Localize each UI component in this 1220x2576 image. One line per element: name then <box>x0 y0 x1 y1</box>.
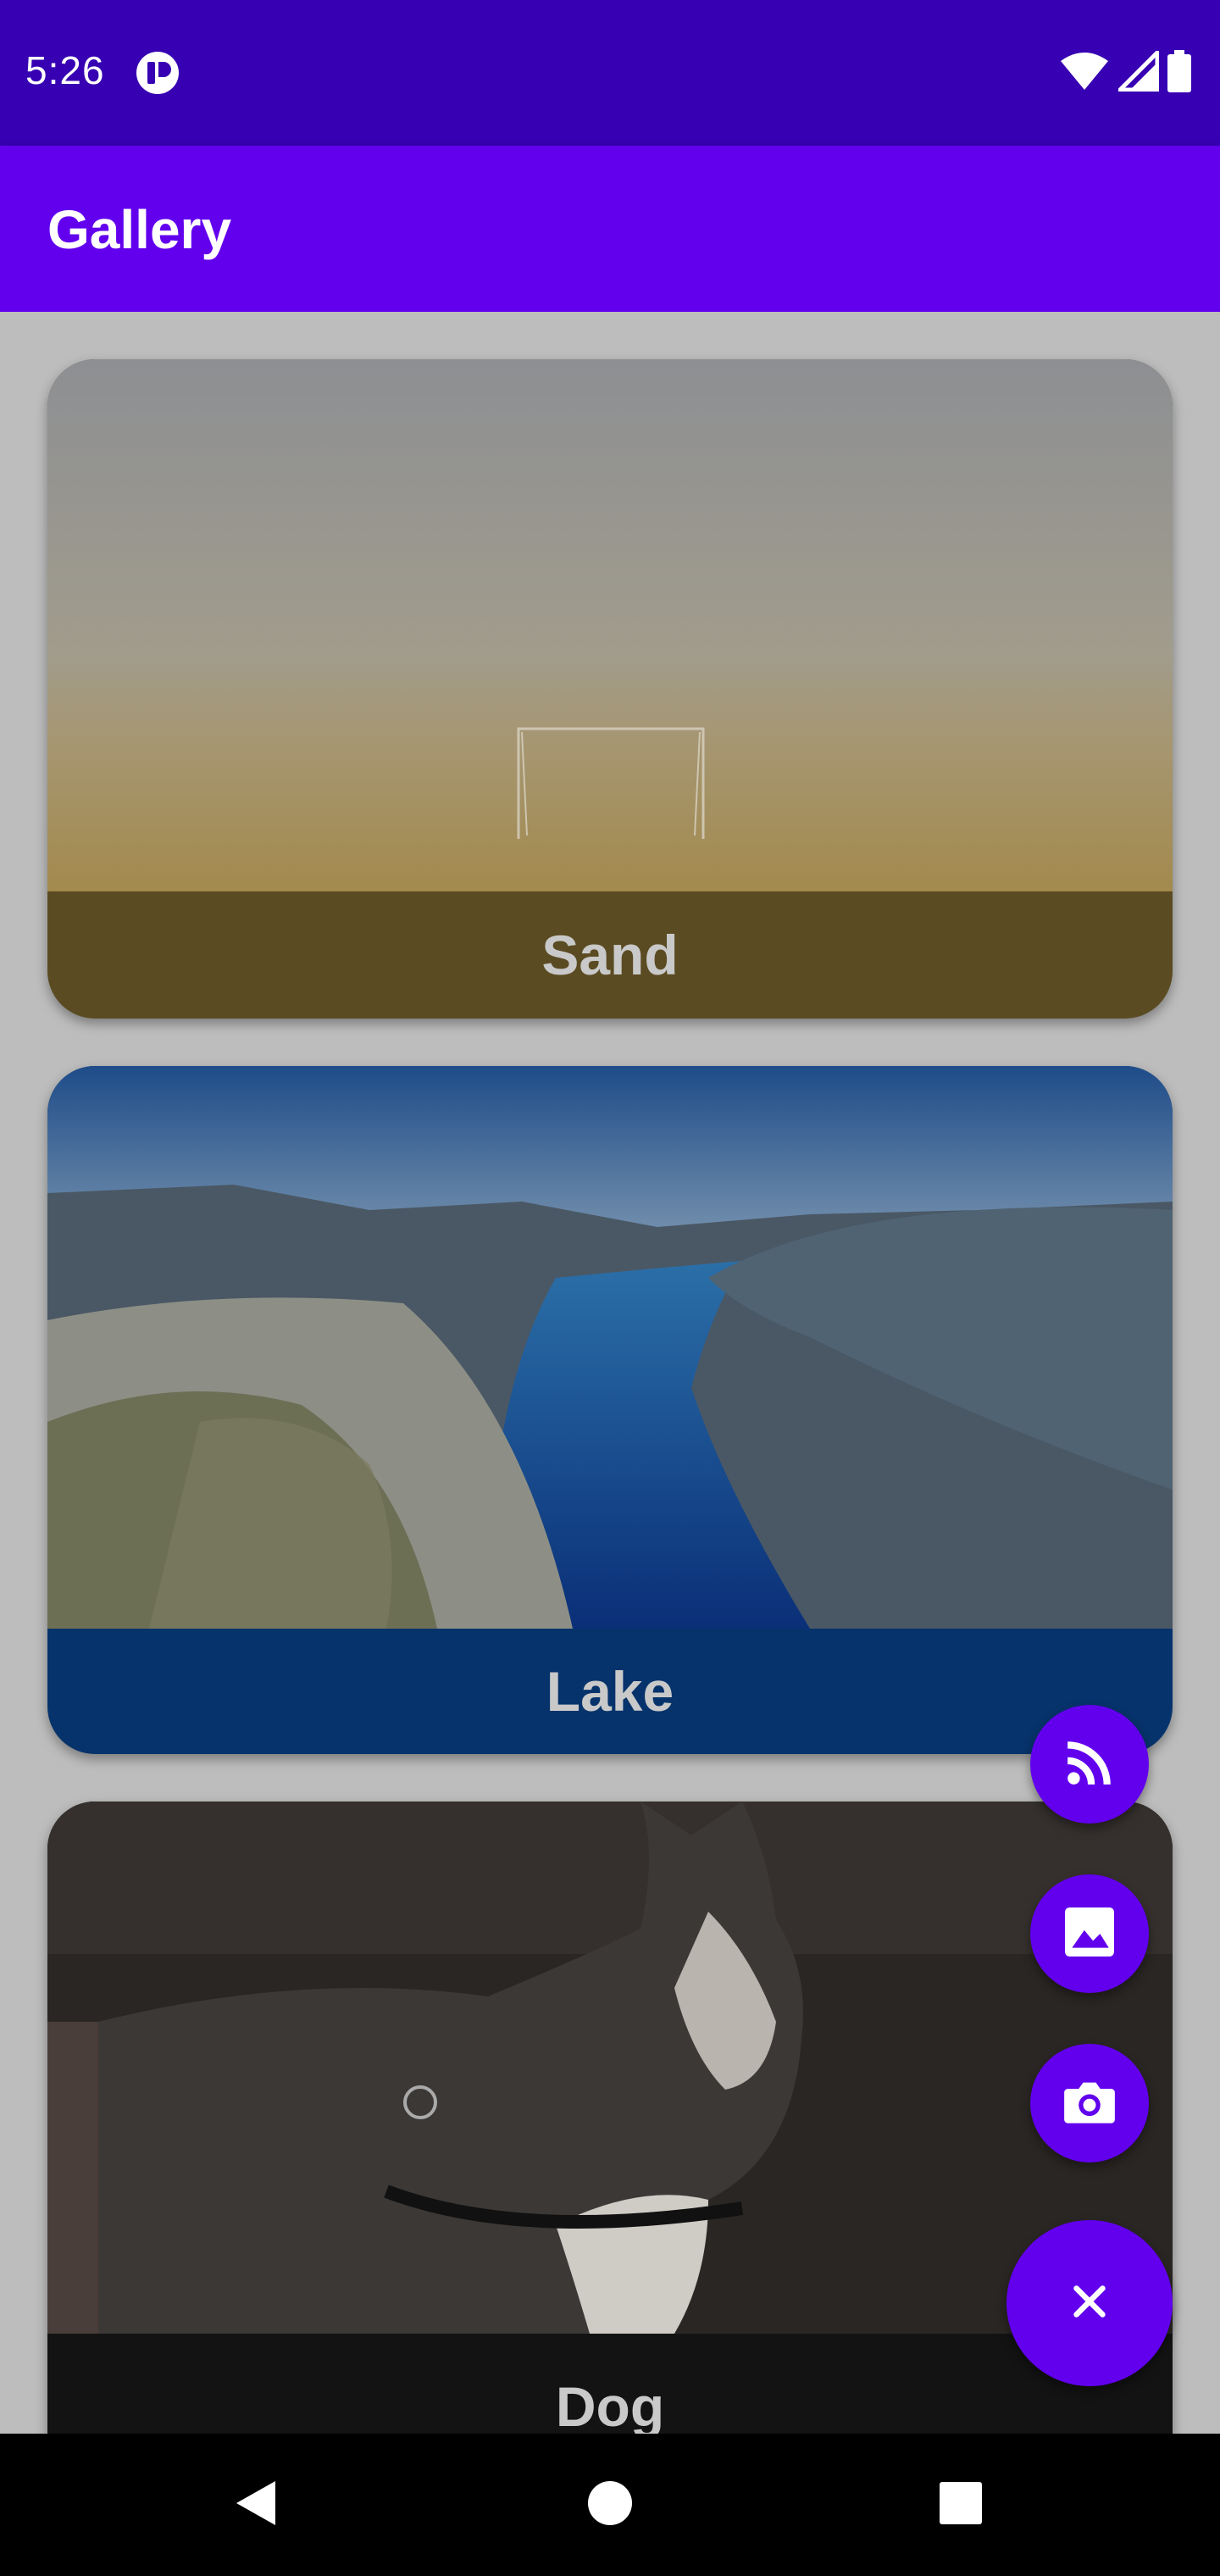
sand-image <box>47 359 1173 891</box>
back-triangle-icon <box>235 2479 277 2531</box>
close-menu-fab[interactable] <box>1006 2220 1173 2386</box>
app-bar: Gallery <box>0 146 1220 312</box>
home-circle-icon <box>587 2480 633 2530</box>
image-fab[interactable] <box>1030 1874 1149 1993</box>
gallery-card-dog[interactable]: Dog <box>47 1802 1173 2434</box>
card-caption-sand: Sand <box>541 924 679 986</box>
close-icon <box>1071 2283 1108 2324</box>
gallery-card-lake[interactable]: Lake <box>47 1066 1173 1754</box>
recents-button[interactable] <box>927 2471 995 2539</box>
camera-icon <box>1062 2074 1117 2133</box>
gallery-screen: 5:26 Gallery Sand Lake Dog <box>0 0 1220 2576</box>
wifi-icon <box>1059 51 1110 96</box>
camera-fab[interactable] <box>1030 2044 1149 2162</box>
rss-feed-icon <box>1063 1736 1116 1793</box>
lake-image <box>47 1066 1173 1629</box>
dog-image <box>47 1802 1173 2334</box>
gallery-card-sand[interactable]: Sand <box>47 359 1173 1019</box>
status-bar: 5:26 <box>0 0 1220 146</box>
card-caption-dog: Dog <box>555 2375 665 2434</box>
status-time: 5:26 <box>25 48 105 92</box>
cell-signal-icon <box>1114 47 1160 96</box>
back-button[interactable] <box>222 2471 290 2539</box>
rss-feed-fab[interactable] <box>1030 1705 1149 1824</box>
page-title: Gallery <box>47 199 232 260</box>
image-icon <box>1063 1906 1116 1963</box>
navigation-bar <box>0 2434 1220 2576</box>
battery-icon <box>1167 49 1191 97</box>
app-notification-icon <box>136 51 180 95</box>
home-button[interactable] <box>576 2471 644 2539</box>
card-caption-lake: Lake <box>546 1660 674 1723</box>
recents-square-icon <box>939 2481 983 2529</box>
